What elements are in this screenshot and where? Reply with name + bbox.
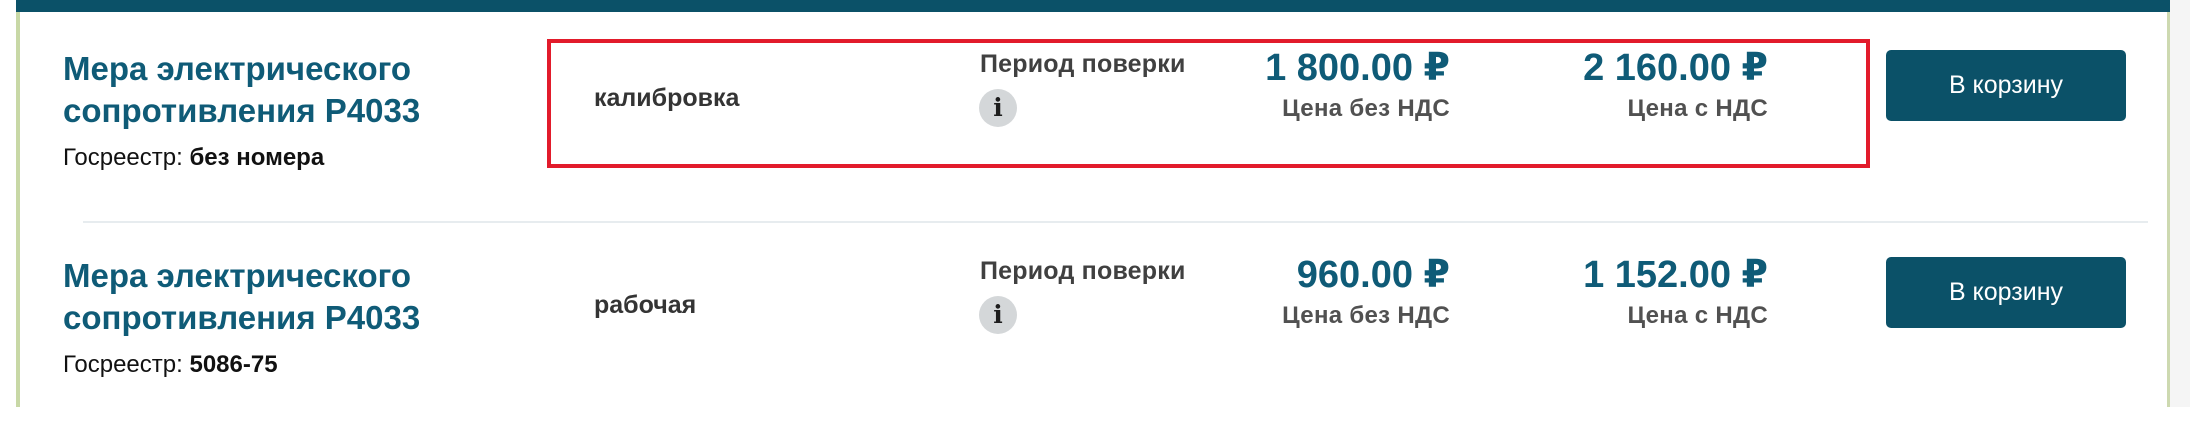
registry-value: 5086-75	[189, 351, 278, 378]
registry-info: Госреестр: 5086-75	[63, 351, 278, 379]
scrollbar-track[interactable]	[2170, 0, 2190, 407]
product-title[interactable]: Мера электрического сопротивления Р4033	[63, 255, 523, 339]
price-with-vat-caption: Цена с НДС	[1627, 302, 1768, 329]
top-accent-bar	[16, 0, 2170, 12]
highlight-box	[547, 39, 1870, 168]
product-title[interactable]: Мера электрического сопротивления Р4033	[63, 48, 523, 132]
registry-label: Госреестр:	[63, 144, 183, 171]
registry-value: без номера	[189, 144, 325, 171]
info-icon[interactable]: i	[979, 296, 1017, 334]
product-row: Мера электрического сопротивления Р4033 …	[20, 219, 2130, 426]
add-to-cart-button[interactable]: В корзину	[1886, 257, 2126, 328]
product-row: Мера электрического сопротивления Р4033 …	[20, 12, 2148, 223]
service-type: рабочая	[594, 291, 697, 319]
price-with-vat: 1 152.00 ₽	[1583, 254, 1768, 296]
price-without-vat-caption: Цена без НДС	[1282, 302, 1450, 329]
add-to-cart-button[interactable]: В корзину	[1886, 50, 2126, 121]
registry-label: Госреестр:	[63, 351, 183, 378]
registry-info: Госреестр: без номера	[63, 144, 324, 172]
price-without-vat: 960.00 ₽	[1296, 254, 1450, 296]
